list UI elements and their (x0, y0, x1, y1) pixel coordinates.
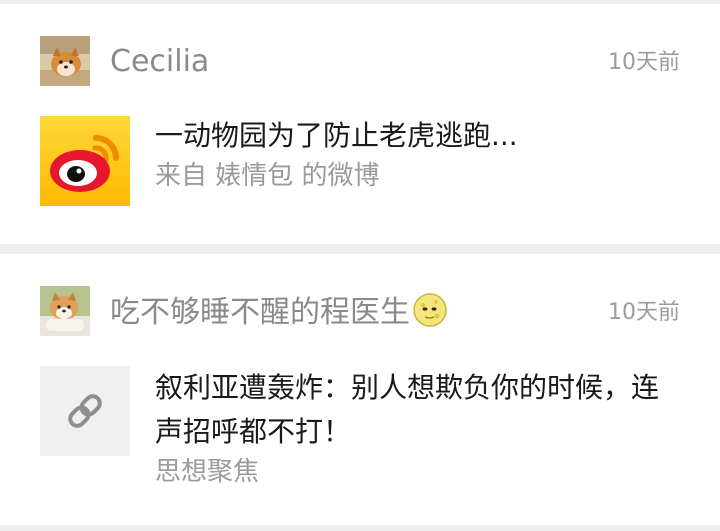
post-source: 来自 婊情包 的微博 (155, 161, 380, 191)
link-icon (68, 394, 102, 428)
author-avatar[interactable] (40, 36, 90, 86)
author-name[interactable]: 吃不够睡不醒的程医生 (110, 292, 448, 333)
moments-feed: Cecilia 10天前 一动物园为了防止老虎逃跑... 来自 婊情包 的微博 … (0, 0, 720, 531)
feed-post-card: 吃不够睡不醒的程医生 10天前 叙利亚遭轰炸：别人想欺负你的时候，连声招呼都不打… (0, 254, 720, 525)
post-time: 10天前 (608, 50, 680, 75)
shiba-dog-avatar-icon (40, 36, 90, 86)
shared-thumbnail[interactable] (40, 366, 130, 456)
author-name-text: 吃不够睡不醒的程医生 (110, 295, 410, 330)
weibo-logo-icon (40, 116, 130, 206)
author-name[interactable]: Cecilia (110, 42, 209, 82)
full-moon-face-emoji-icon (413, 293, 447, 327)
post-content[interactable]: 一动物园为了防止老虎逃跑... 来自 婊情包 的微博 (155, 114, 680, 194)
shared-thumbnail[interactable] (40, 116, 130, 206)
post-source: 思想聚焦 (155, 457, 260, 487)
post-title[interactable]: 一动物园为了防止老虎逃跑... (155, 114, 680, 158)
feed-post-card: Cecilia 10天前 一动物园为了防止老虎逃跑... 来自 婊情包 的微博 (0, 4, 720, 244)
post-title[interactable]: 叙利亚遭轰炸：别人想欺负你的时候，连声招呼都不打！ (155, 366, 680, 454)
shiba-dog-avatar-icon (40, 286, 90, 336)
author-avatar[interactable] (40, 286, 90, 336)
post-content[interactable]: 叙利亚遭轰炸：别人想欺负你的时候，连声招呼都不打！ 思想聚焦 (155, 366, 680, 490)
post-time: 10天前 (608, 300, 680, 325)
